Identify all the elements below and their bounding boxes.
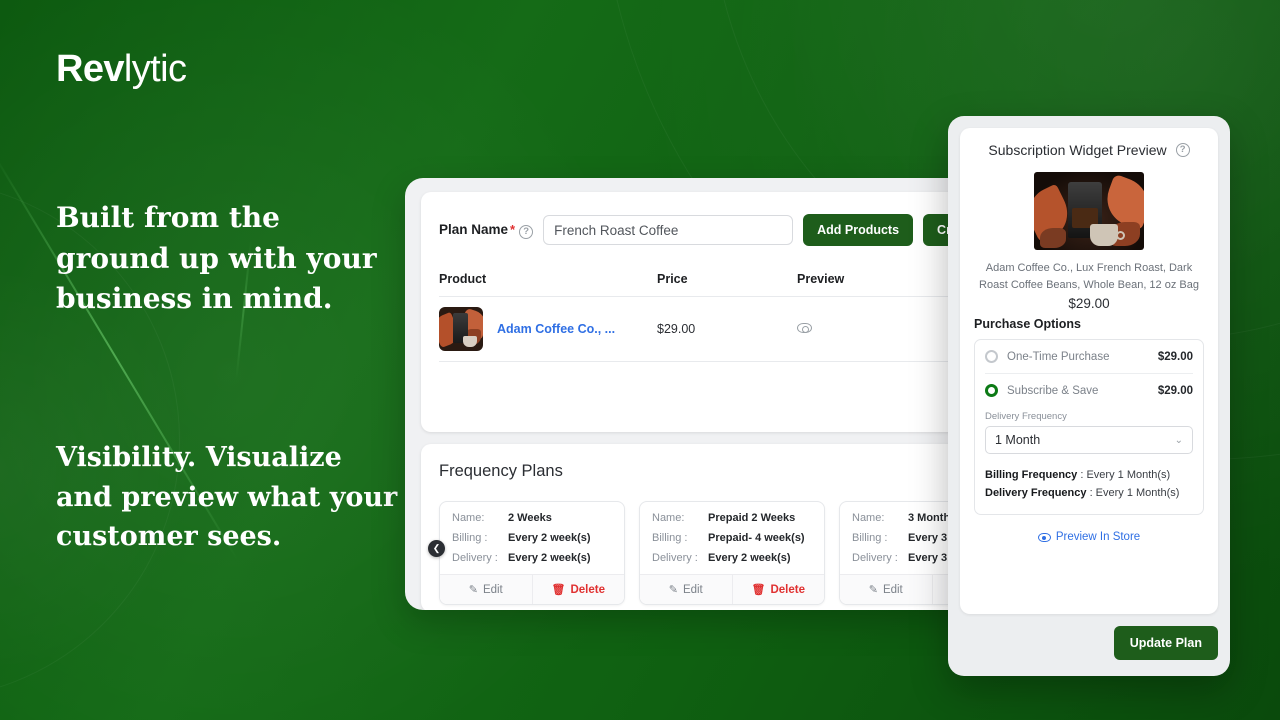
table-row: Adam Coffee Co., ... $29.00 xyxy=(439,297,991,361)
widget-preview-title-text: Subscription Widget Preview xyxy=(988,142,1167,158)
brand-logo-light: lytic xyxy=(123,48,187,90)
freq-billing-label: Billing : xyxy=(452,532,488,544)
help-icon[interactable]: ? xyxy=(1175,143,1190,157)
delete-label: Delete xyxy=(570,583,605,596)
freq-delivery-value: Every 2 week(s) xyxy=(708,552,791,564)
edit-frequency-plan-button[interactable]: ✎ Edit xyxy=(840,575,932,604)
marketing-headline: Built from the ground up with your busin… xyxy=(56,201,377,316)
column-header-product: Product xyxy=(439,272,487,286)
delivery-frequency-value: 1 Month xyxy=(995,433,1041,447)
billing-frequency-value: : Every 1 Month(s) xyxy=(1080,469,1171,481)
option-price: $29.00 xyxy=(1157,384,1193,397)
option-label: One-Time Purchase xyxy=(1007,350,1110,363)
trash-icon: 🗑 xyxy=(751,584,766,596)
add-products-button[interactable]: Add Products xyxy=(803,214,914,246)
edit-frequency-plan-button[interactable]: ✎ Edit xyxy=(440,575,532,604)
delete-frequency-plan-button[interactable]: 🗑 Delete xyxy=(731,575,825,604)
widget-preview-title: Subscription Widget Preview ? xyxy=(974,142,1204,158)
radio-icon[interactable] xyxy=(985,350,998,363)
freq-delivery-label: Delivery : xyxy=(652,552,698,564)
delivery-frequency-select[interactable]: 1 Month ⌄ xyxy=(985,426,1193,454)
plan-name-row: Plan Name*? Add Products Create xyxy=(439,214,991,246)
brand-logo: Revlytic xyxy=(56,48,187,90)
product-hero-image xyxy=(1034,172,1144,250)
pencil-icon: ✎ xyxy=(668,584,678,596)
products-table-header: Product Price Preview xyxy=(439,272,991,286)
plan-name-label-text: Plan Name xyxy=(439,221,509,237)
help-icon[interactable]: ? xyxy=(519,224,534,239)
required-asterisk: * xyxy=(510,221,516,237)
preview-in-store-label: Preview In Store xyxy=(1055,531,1141,544)
purchase-options-group: One-Time Purchase $29.00 Subscribe & Sav… xyxy=(974,339,1204,516)
edit-label: Edit xyxy=(482,583,503,596)
product-preview-cell xyxy=(797,320,937,338)
freq-billing-value: Prepaid- 4 week(s) xyxy=(708,532,805,544)
option-price: $29.00 xyxy=(1157,350,1193,363)
freq-billing-label: Billing : xyxy=(652,532,688,544)
preview-product-name: Adam Coffee Co., Lux French Roast, Dark … xyxy=(979,262,1199,291)
delivery-frequency-label: Delivery Frequency xyxy=(985,411,1067,422)
plan-name-label: Plan Name *? xyxy=(439,221,534,239)
eye-icon xyxy=(1037,532,1051,542)
plan-details-card: Plan Name*? Add Products Create Product … xyxy=(421,192,1009,432)
freq-name-label: Name: xyxy=(452,512,485,524)
table-divider xyxy=(439,361,991,362)
preview-in-store-link[interactable]: Preview In Store xyxy=(974,531,1204,543)
edit-label: Edit xyxy=(682,583,703,596)
collapse-panel-button[interactable]: ❮ xyxy=(428,540,445,557)
freq-name-value: 2 Weeks xyxy=(508,512,552,524)
radio-icon-selected[interactable] xyxy=(985,384,998,397)
pencil-icon: ✎ xyxy=(468,584,478,596)
freq-delivery-value: Every 2 week(s) xyxy=(508,552,591,564)
delivery-frequency-value-summary: : Every 1 Month(s) xyxy=(1089,487,1180,500)
delivery-frequency-summary: Delivery Frequency : Every 1 Month(s) xyxy=(985,484,1193,502)
freq-delivery-label: Delivery : xyxy=(452,552,498,564)
freq-delivery-label: Delivery : xyxy=(852,552,898,564)
billing-frequency-summary: Billing Frequency : Every 1 Month(s) xyxy=(985,466,1193,484)
eye-icon[interactable] xyxy=(797,323,812,334)
delivery-frequency-key: Delivery Frequency xyxy=(985,487,1087,500)
edit-frequency-plan-button[interactable]: ✎ Edit xyxy=(640,575,732,604)
widget-preview-card: Subscription Widget Preview ? Adam Coffe… xyxy=(960,128,1218,614)
option-one-time-purchase[interactable]: One-Time Purchase $29.00 xyxy=(985,350,1193,363)
frequency-plans-grid: Name: 2 Weeks Billing : Every 2 week(s) De… xyxy=(439,501,1025,605)
frequency-plan-card: Name: 2 Weeks Billing : Every 2 week(s) De… xyxy=(439,501,625,605)
freq-billing-value: Every 2 week(s) xyxy=(508,532,591,544)
frequency-plan-card: Name: Prepaid 2 Weeks Billing : Prepaid- 4… xyxy=(639,501,825,605)
freq-name-value: Prepaid 2 Weeks xyxy=(708,512,796,524)
pencil-icon: ✎ xyxy=(868,584,878,596)
column-header-preview: Preview xyxy=(797,272,845,286)
update-plan-button[interactable]: Update Plan xyxy=(1113,626,1218,660)
freq-name-label: Name: xyxy=(652,512,685,524)
billing-frequency-key: Billing Frequency xyxy=(985,469,1078,481)
option-label: Subscribe & Save xyxy=(1007,384,1099,397)
product-price: $29.00 xyxy=(657,322,696,336)
preview-product-price: $29.00 xyxy=(1068,296,1110,311)
product-name-link[interactable]: Adam Coffee Co., ... xyxy=(497,322,657,336)
edit-label: Edit xyxy=(882,583,903,596)
product-thumbnail xyxy=(439,307,483,351)
chevron-down-icon: ⌄ xyxy=(1174,434,1183,446)
purchase-options-title: Purchase Options xyxy=(974,317,1081,331)
frequency-plans-card: Frequency Plans Name: 2 Weeks Billing : Ev… xyxy=(421,444,1025,610)
widget-preview-panel: Subscription Widget Preview ? Adam Coffe… xyxy=(948,116,1230,676)
freq-billing-label: Billing : xyxy=(852,532,888,544)
brand-logo-bold: Rev xyxy=(56,48,125,90)
delete-frequency-plan-button[interactable]: 🗑 Delete xyxy=(531,575,625,604)
option-divider xyxy=(985,373,1193,374)
column-header-price: Price xyxy=(657,272,688,286)
freq-name-label: Name: xyxy=(852,512,885,524)
option-subscribe-and-save[interactable]: Subscribe & Save $29.00 xyxy=(985,384,1193,397)
trash-icon: 🗑 xyxy=(551,584,566,596)
plan-name-input[interactable] xyxy=(543,215,794,245)
frequency-plans-title: Frequency Plans xyxy=(439,462,563,480)
delete-label: Delete xyxy=(770,583,805,596)
frequency-summary: Billing Frequency : Every 1 Month(s) Del… xyxy=(985,466,1193,502)
app-window: Plan Name*? Add Products Create Product … xyxy=(405,178,1025,610)
preview-footer: Update Plan xyxy=(960,626,1218,660)
marketing-subline: Visibility. Visualize and preview what y… xyxy=(56,442,398,553)
